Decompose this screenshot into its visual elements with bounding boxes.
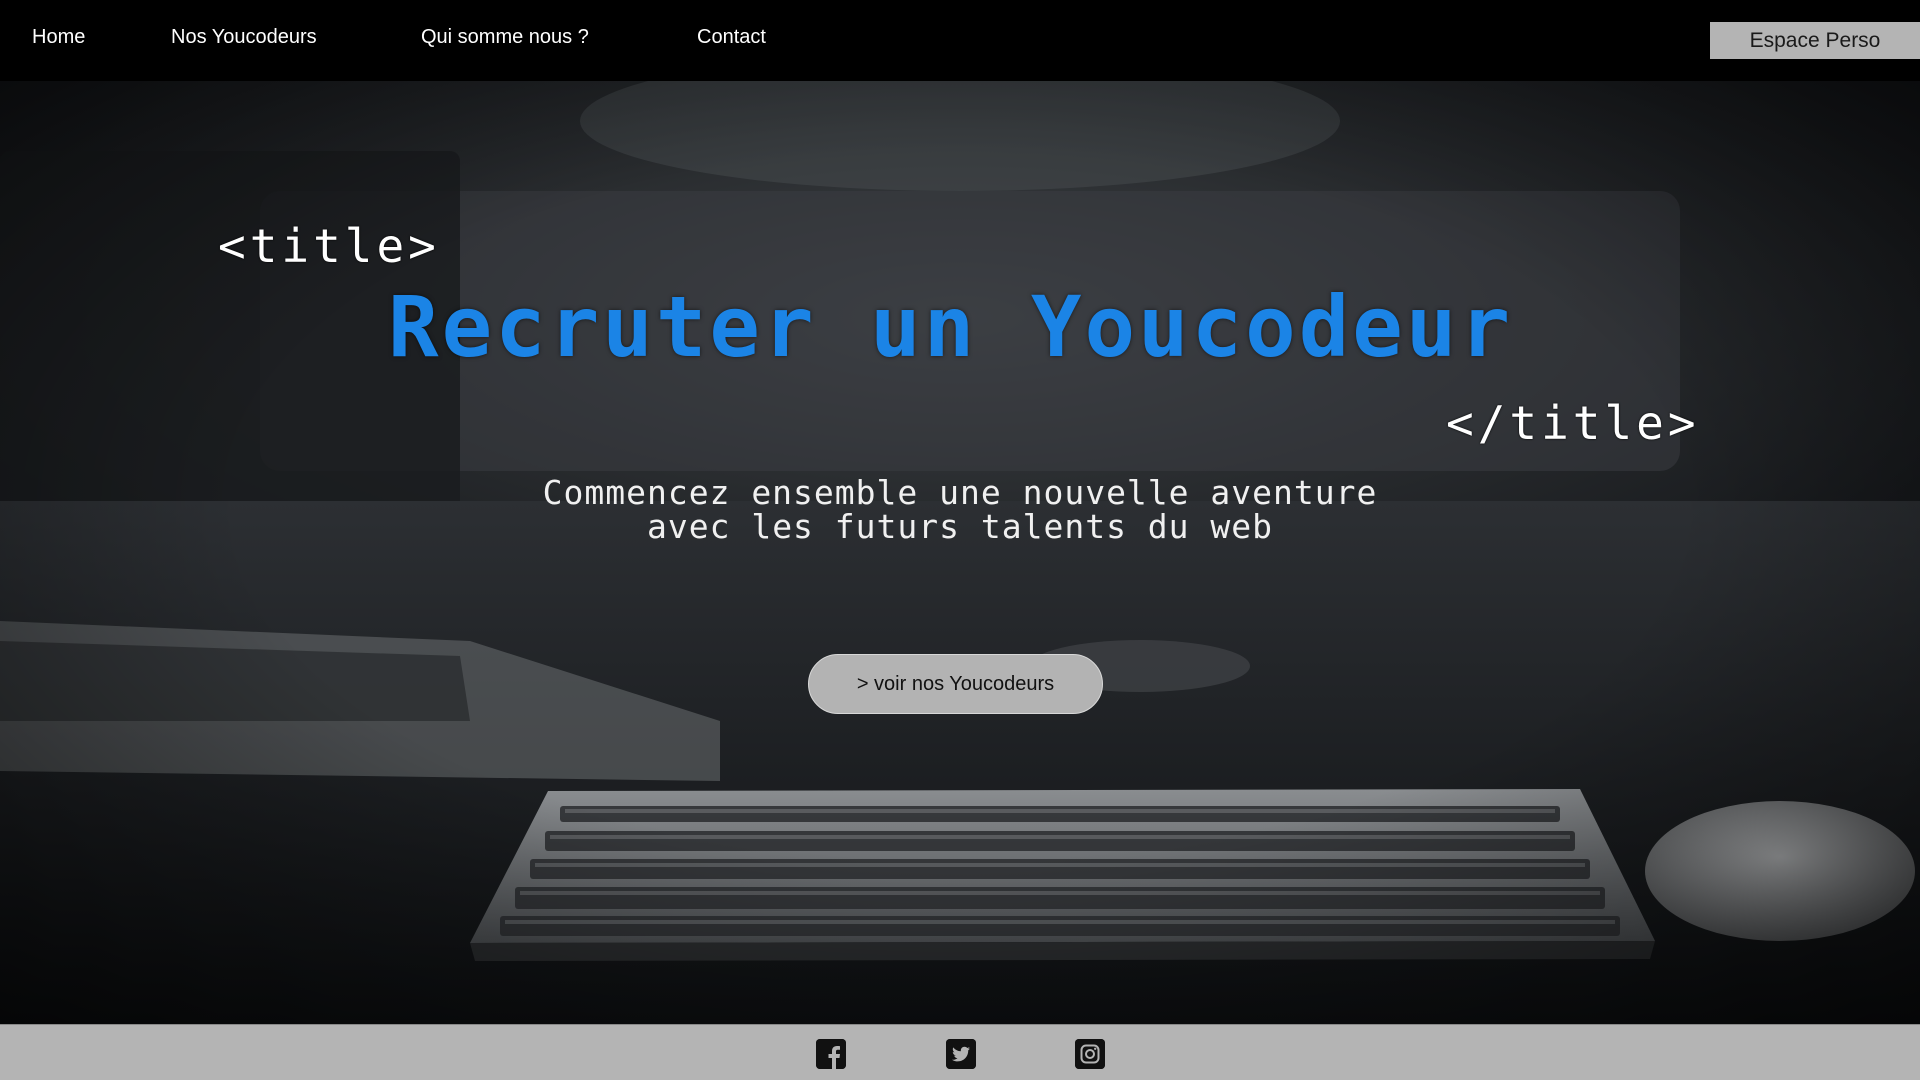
hero-subtitle-line-1: Commencez ensemble une nouvelle aventure [542, 473, 1378, 512]
hero-title: Recruter un Youcodeur [388, 278, 1514, 376]
hero-tag-close: </title> [1446, 396, 1700, 450]
espace-perso-button[interactable]: Espace Perso [1710, 22, 1920, 59]
twitter-icon[interactable] [946, 1039, 976, 1069]
nav-about-link[interactable]: Qui somme nous ? [421, 26, 589, 49]
hero-subtitle: Commencez ensemble une nouvelle aventure… [460, 476, 1460, 544]
facebook-icon[interactable] [816, 1039, 846, 1069]
voir-youcodeurs-button[interactable]: > voir nos Youcodeurs [808, 654, 1103, 714]
hero-subtitle-line-2: avec les futurs talents du web [646, 507, 1274, 546]
hero-tag-open: <title> [218, 219, 440, 273]
nav-contact-link[interactable]: Contact [697, 26, 766, 49]
nav-youcodeurs-link[interactable]: Nos Youcodeurs [171, 26, 317, 49]
nav-home-link[interactable]: Home [32, 26, 85, 49]
hero-section: <title> Recruter un Youcodeur </title> C… [0, 81, 1920, 1024]
top-navbar: Home Nos Youcodeurs Qui somme nous ? Con… [0, 0, 1920, 81]
footer [0, 1024, 1920, 1080]
instagram-icon[interactable] [1075, 1039, 1105, 1069]
